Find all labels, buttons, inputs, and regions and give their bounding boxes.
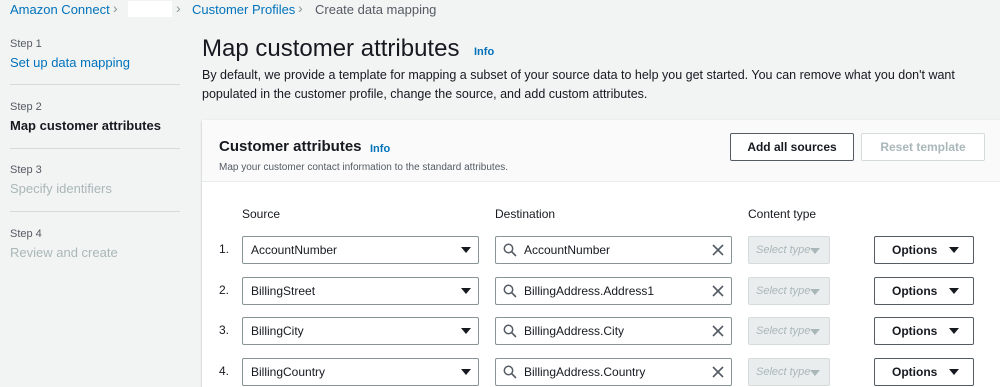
step-title-specify-identifiers: Specify identifiers: [10, 181, 112, 196]
caret-down-icon: [461, 369, 471, 375]
caret-down-icon: [810, 248, 820, 254]
content-type-select: Select type: [748, 358, 830, 386]
destination-input[interactable]: BillingAddress.Address1: [495, 277, 732, 305]
mapping-row: 3. BillingCity BillingAddress.City Selec…: [202, 317, 1000, 345]
step-title-set-up-data-mapping[interactable]: Set up data mapping: [10, 55, 180, 70]
step-title-map-customer-attributes: Map customer attributes: [10, 118, 161, 133]
search-icon: [503, 284, 517, 298]
destination-input[interactable]: AccountNumber: [495, 236, 732, 264]
source-value: AccountNumber: [251, 243, 338, 257]
close-icon[interactable]: [711, 365, 725, 379]
close-icon[interactable]: [711, 284, 725, 298]
options-button[interactable]: Options: [874, 358, 974, 386]
content-type-placeholder: Select type: [756, 366, 811, 378]
breadcrumb-separator-icon: ›: [176, 0, 181, 16]
source-select[interactable]: BillingCountry: [242, 358, 479, 386]
page-title: Map customer attributes: [202, 35, 460, 62]
step-number: Step 2: [10, 101, 42, 113]
destination-value: BillingAddress.Address1: [524, 284, 655, 298]
container-description: Map your customer contact information to…: [219, 162, 509, 173]
breadcrumb-customer-profiles[interactable]: Customer Profiles: [192, 2, 295, 17]
destination-value: AccountNumber: [524, 243, 611, 257]
mapping-row: 4. BillingCountry BillingAddress.Country…: [202, 358, 1000, 386]
breadcrumb: Amazon Connect › › Customer Profiles › C…: [0, 0, 1000, 22]
options-button[interactable]: Options: [874, 277, 974, 305]
search-icon: [503, 243, 517, 257]
row-number: 4.: [219, 364, 230, 378]
caret-down-icon: [461, 328, 471, 334]
step-divider: [10, 211, 180, 212]
close-icon[interactable]: [711, 243, 725, 257]
source-value: BillingCountry: [251, 365, 326, 379]
page-info-link[interactable]: Info: [474, 46, 494, 58]
source-select[interactable]: AccountNumber: [242, 236, 479, 264]
step-2: Step 2 Map customer attributes: [10, 101, 180, 133]
column-header-content-type: Content type: [748, 207, 817, 221]
step-divider: [10, 84, 180, 85]
options-button[interactable]: Options: [874, 236, 974, 264]
breadcrumb-amazon-connect[interactable]: Amazon Connect: [10, 2, 110, 17]
breadcrumb-redacted: [128, 1, 172, 17]
column-header-destination: Destination: [495, 207, 556, 221]
source-select[interactable]: BillingCity: [242, 317, 479, 345]
content-type-placeholder: Select type: [756, 285, 811, 297]
source-value: BillingCity: [251, 324, 304, 338]
step-divider: [10, 148, 180, 149]
destination-input[interactable]: BillingAddress.City: [495, 317, 732, 345]
breadcrumb-current: Create data mapping: [315, 2, 437, 17]
container-title: Customer attributes: [219, 138, 362, 155]
options-label: Options: [892, 365, 938, 379]
mapping-row: 2. BillingStreet BillingAddress.Address1…: [202, 277, 1000, 305]
container-info-link[interactable]: Info: [370, 143, 390, 155]
options-button[interactable]: Options: [874, 317, 974, 345]
customer-attributes-container: Customer attributes Info Map your custom…: [202, 120, 1000, 387]
content-type-placeholder: Select type: [756, 325, 811, 337]
content-type-select: Select type: [748, 236, 830, 264]
add-all-sources-button[interactable]: Add all sources: [730, 133, 854, 161]
content-type-select: Select type: [748, 317, 830, 345]
destination-value: BillingAddress.City: [524, 324, 625, 338]
source-select[interactable]: BillingStreet: [242, 277, 479, 305]
content-type-select: Select type: [748, 277, 830, 305]
options-label: Options: [892, 284, 938, 298]
caret-down-icon: [949, 369, 959, 375]
search-icon: [503, 324, 517, 338]
breadcrumb-separator-icon: ›: [298, 0, 303, 16]
caret-down-icon: [461, 247, 471, 253]
step-4: Step 4 Review and create: [10, 228, 180, 260]
caret-down-icon: [810, 370, 820, 376]
caret-down-icon: [810, 329, 820, 335]
container-header: Customer attributes Info Map your custom…: [202, 120, 1000, 182]
mapping-row: 1. AccountNumber AccountNumber Select ty…: [202, 236, 1000, 264]
search-icon: [503, 365, 517, 379]
source-value: BillingStreet: [251, 284, 316, 298]
step-3: Step 3 Specify identifiers: [10, 164, 180, 196]
reset-template-button: Reset template: [861, 133, 985, 161]
breadcrumb-separator-icon: ›: [113, 0, 118, 16]
row-number: 1.: [219, 242, 230, 256]
page-description: By default, we provide a template for ma…: [202, 68, 955, 101]
step-number: Step 1: [10, 38, 42, 50]
content-type-placeholder: Select type: [756, 244, 811, 256]
destination-input[interactable]: BillingAddress.Country: [495, 358, 732, 386]
destination-value: BillingAddress.Country: [524, 365, 646, 379]
column-header-source: Source: [242, 207, 281, 221]
row-number: 2.: [219, 283, 230, 297]
step-number: Step 4: [10, 228, 42, 240]
caret-down-icon: [810, 289, 820, 295]
step-title-review-and-create: Review and create: [10, 245, 118, 260]
options-label: Options: [892, 243, 938, 257]
step-1[interactable]: Step 1 Set up data mapping: [10, 38, 180, 70]
caret-down-icon: [461, 288, 471, 294]
caret-down-icon: [949, 247, 959, 253]
caret-down-icon: [949, 288, 959, 294]
caret-down-icon: [949, 328, 959, 334]
row-number: 3.: [219, 323, 230, 337]
options-label: Options: [892, 324, 938, 338]
step-number: Step 3: [10, 164, 42, 176]
close-icon[interactable]: [711, 324, 725, 338]
